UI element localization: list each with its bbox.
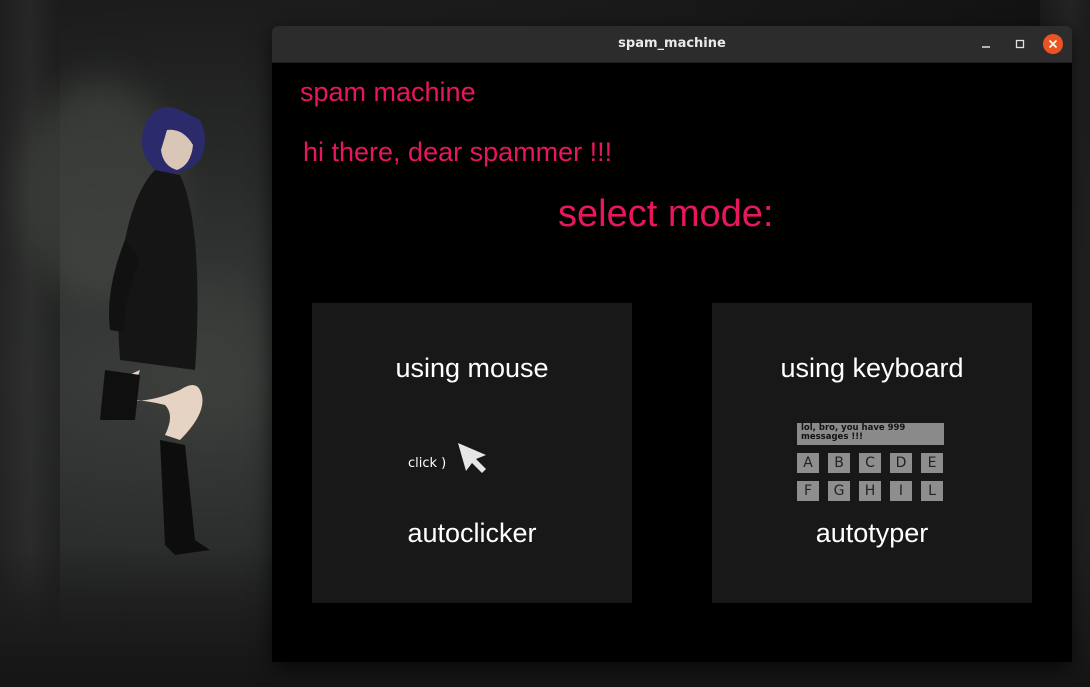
select-mode-label: select mode: bbox=[558, 193, 774, 235]
minimize-button[interactable] bbox=[976, 34, 996, 54]
greeting-text: hi there, dear spammer !!! bbox=[303, 137, 613, 167]
mode-name-label: autotyper bbox=[815, 518, 929, 548]
key: C bbox=[859, 453, 881, 473]
mode-input-label: using mouse bbox=[395, 353, 549, 383]
keyboard-keys-icon: lol, bro, you have 999 messages !!! A B … bbox=[797, 423, 947, 505]
autoclicker-mode-button[interactable]: using mouse click ) autoclicker bbox=[312, 303, 632, 603]
key: B bbox=[828, 453, 850, 473]
title-bar[interactable]: spam_machine bbox=[272, 26, 1072, 63]
key: G bbox=[828, 481, 850, 501]
app-content: spam machine hi there, dear spammer !!! … bbox=[272, 63, 1072, 662]
window-title: spam_machine bbox=[618, 36, 726, 51]
anime-character-illustration bbox=[100, 107, 210, 555]
cursor-arrow-icon bbox=[458, 443, 486, 473]
message-preview: lol, bro, you have 999 messages !!! bbox=[797, 423, 944, 445]
key: I bbox=[890, 481, 912, 501]
key: E bbox=[921, 453, 943, 473]
mode-input-label: using keyboard bbox=[780, 353, 964, 383]
key: H bbox=[859, 481, 881, 501]
mouse-click-illustration: click ) bbox=[406, 441, 506, 481]
maximize-icon bbox=[1015, 39, 1025, 49]
key: D bbox=[890, 453, 912, 473]
key: L bbox=[921, 481, 943, 501]
key: A bbox=[797, 453, 819, 473]
key: F bbox=[797, 481, 819, 501]
close-button[interactable] bbox=[1043, 34, 1063, 54]
click-text: click ) bbox=[408, 456, 447, 471]
close-icon bbox=[1048, 39, 1058, 49]
minimize-icon bbox=[982, 46, 990, 48]
mode-name-label: autoclicker bbox=[407, 518, 537, 548]
autotyper-mode-button[interactable]: using keyboard lol, bro, you have 999 me… bbox=[712, 303, 1032, 603]
app-window: spam_machine spam machine hi there, dear… bbox=[272, 26, 1072, 662]
maximize-button[interactable] bbox=[1010, 34, 1030, 54]
app-title: spam machine bbox=[300, 77, 476, 107]
